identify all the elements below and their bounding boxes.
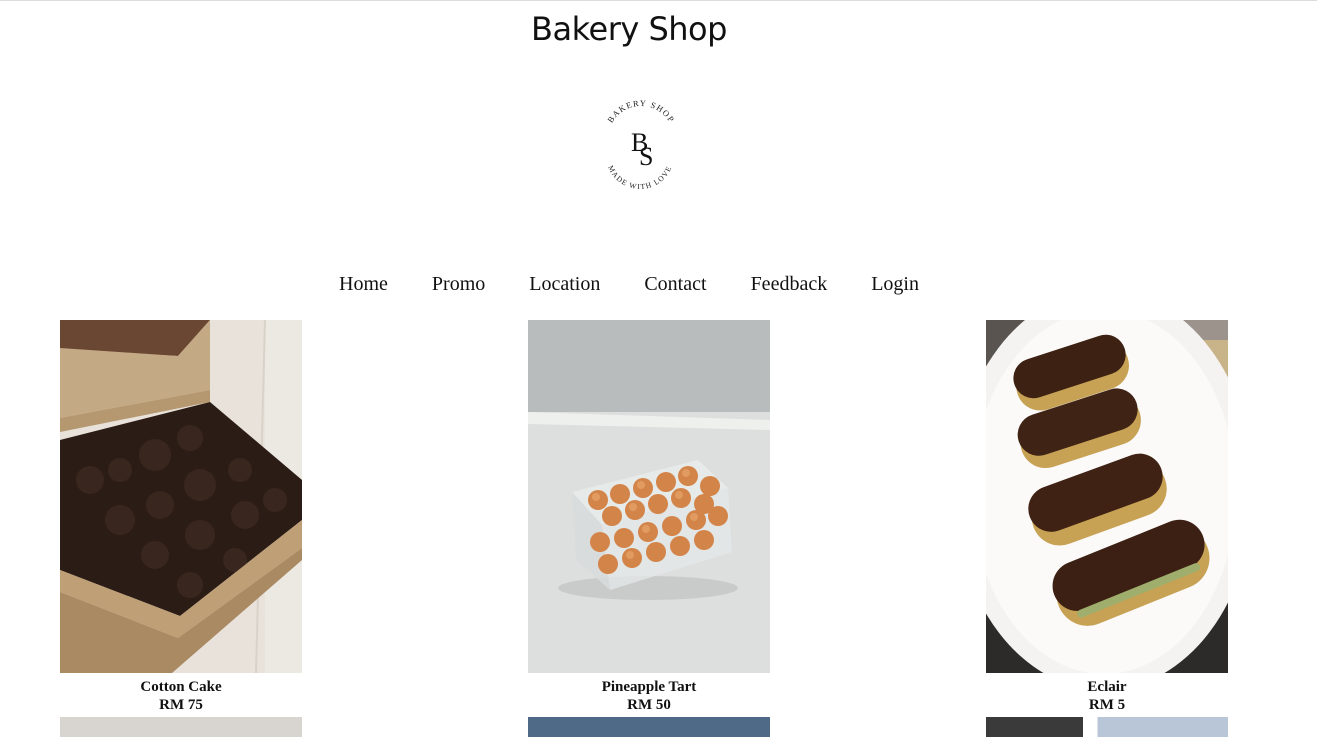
main-nav: Home Promo Location Contact Feedback Log… bbox=[0, 273, 1258, 296]
product-image-row2-1[interactable] bbox=[60, 717, 302, 737]
product-image-row2-3[interactable] bbox=[986, 717, 1228, 737]
product-price: RM 50 bbox=[627, 697, 671, 713]
product-name: Pineapple Tart bbox=[601, 679, 697, 695]
bakery-logo: BAKERY SHOP MADE WITH LOVE B S bbox=[594, 93, 686, 205]
nav-home[interactable]: Home bbox=[339, 273, 388, 296]
product-card-pineapple-tart[interactable]: Pineapple Tart RM 50 bbox=[528, 320, 770, 714]
product-price: RM 75 bbox=[159, 697, 203, 713]
product-price: RM 5 bbox=[1088, 697, 1126, 713]
svg-text:S: S bbox=[639, 142, 653, 171]
site-title: Bakery Shop bbox=[531, 10, 727, 48]
product-name: Cotton Cake bbox=[140, 679, 222, 695]
svg-text:BAKERY SHOP: BAKERY SHOP bbox=[605, 98, 677, 125]
pineapple-tart-image[interactable] bbox=[528, 320, 770, 673]
eclair-image[interactable] bbox=[986, 320, 1228, 673]
cotton-cake-image[interactable] bbox=[60, 320, 302, 673]
product-card-cotton-cake[interactable]: Cotton Cake RM 75 bbox=[60, 320, 302, 714]
nav-contact[interactable]: Contact bbox=[644, 273, 706, 296]
nav-promo[interactable]: Promo bbox=[432, 273, 485, 296]
product-image-row2-2[interactable] bbox=[528, 717, 770, 737]
nav-location[interactable]: Location bbox=[529, 273, 600, 296]
product-name: Eclair bbox=[1087, 679, 1127, 695]
nav-login[interactable]: Login bbox=[871, 273, 919, 296]
product-card-eclair[interactable]: Eclair RM 5 bbox=[986, 320, 1228, 714]
nav-feedback[interactable]: Feedback bbox=[751, 273, 828, 296]
